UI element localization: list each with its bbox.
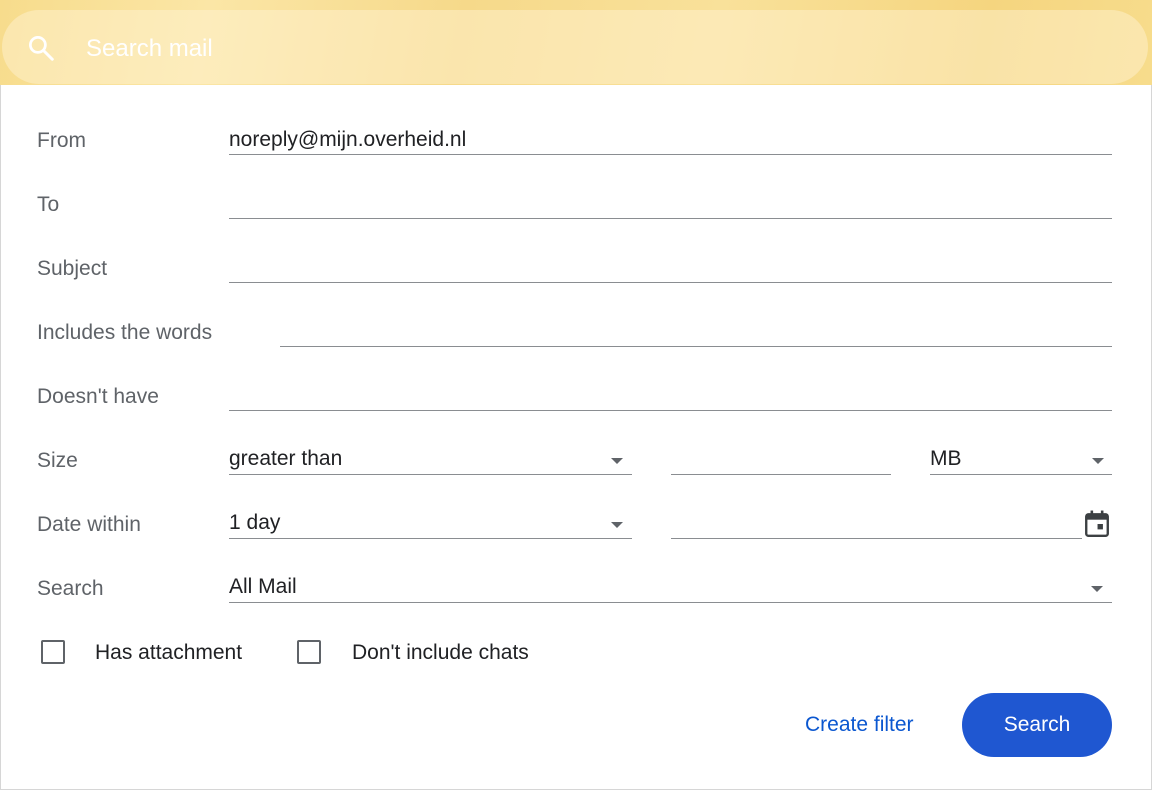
doesnt-have-field[interactable]	[229, 382, 1112, 411]
header-bar: Search mail	[0, 0, 1152, 85]
size-unit-select[interactable]: MB	[930, 446, 1112, 475]
has-attachment-label[interactable]: Has attachment	[95, 640, 242, 666]
subject-field[interactable]	[229, 254, 1112, 283]
subject-label: Subject	[37, 257, 108, 280]
arrow-drop-down-icon	[1091, 586, 1103, 592]
date-within-label: Date within	[37, 513, 141, 536]
search-button[interactable]: Search	[962, 693, 1112, 757]
to-field[interactable]	[229, 190, 1112, 219]
search-in-value: All Mail	[229, 575, 297, 598]
create-filter-button[interactable]: Create filter	[805, 711, 914, 739]
search-icon[interactable]	[26, 33, 56, 63]
size-comparator-select[interactable]: greater than	[229, 446, 632, 475]
arrow-drop-down-icon	[1092, 458, 1104, 464]
doesnt-have-label: Doesn't have	[37, 385, 159, 408]
includes-words-label: Includes the words	[37, 321, 213, 344]
no-chats-checkbox[interactable]	[297, 640, 321, 664]
to-label: To	[37, 193, 60, 216]
no-chats-label[interactable]: Don't include chats	[352, 640, 529, 666]
date-range-value: 1 day	[229, 511, 281, 534]
arrow-drop-down-icon	[611, 522, 623, 528]
from-label: From	[37, 129, 86, 152]
size-amount-field[interactable]	[671, 446, 891, 475]
search-input[interactable]: Search mail	[86, 35, 213, 63]
search-in-select[interactable]: All Mail	[229, 574, 1112, 603]
calendar-icon[interactable]	[1084, 510, 1110, 538]
date-field[interactable]	[671, 510, 1082, 539]
arrow-drop-down-icon	[611, 458, 623, 464]
date-range-select[interactable]: 1 day	[229, 510, 632, 539]
size-label: Size	[37, 449, 78, 472]
size-comparator-value: greater than	[229, 447, 343, 470]
search-in-label: Search	[37, 577, 104, 600]
has-attachment-checkbox[interactable]	[41, 640, 65, 664]
includes-words-field[interactable]	[280, 318, 1112, 347]
from-field[interactable]	[229, 126, 1112, 155]
size-unit-value: MB	[930, 447, 962, 470]
